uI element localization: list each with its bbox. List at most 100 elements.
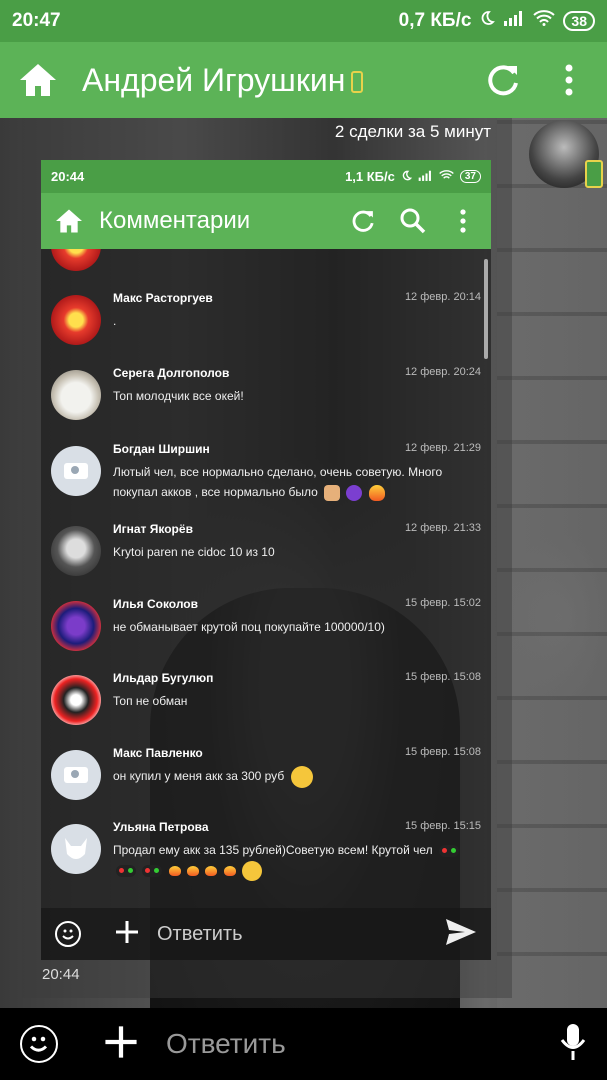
embedded-title: Комментарии <box>99 207 251 234</box>
refresh-icon <box>347 205 379 237</box>
comment-text: . <box>113 314 117 328</box>
comment-text: Продал ему акк за 135 рублей)Советую все… <box>113 840 475 881</box>
fire-emoji-icon <box>368 484 385 501</box>
status-bar: 20:47 0,7 КБ/с 38 <box>0 0 607 42</box>
bird-emoji-icon <box>223 865 236 876</box>
reply-input[interactable] <box>164 1027 559 1061</box>
avatar <box>51 750 101 800</box>
embedded-reply-placeholder: Ответить <box>157 922 243 945</box>
comment-item[interactable]: Богдан Ширшин 12 февр. 21:29 Лютый чел, … <box>41 434 491 514</box>
camera-icon <box>64 767 88 783</box>
traffic-light-emoji-icon <box>439 844 459 857</box>
background-wall <box>497 118 607 1080</box>
comment-author: Богдан Ширшин <box>113 442 210 456</box>
embedded-status-bar: 20:44 1,1 КБ/с 37 <box>41 160 491 193</box>
chat-title: Андрей Игрушкин <box>82 62 459 99</box>
message-caption: 2 сделки за 5 минут <box>334 122 491 141</box>
avatar <box>51 295 101 345</box>
phone-icon <box>351 71 364 94</box>
battery-icon: 38 <box>563 11 595 31</box>
comment-text: Лютый чел, все нормально сделано, очень … <box>113 462 475 502</box>
embedded-app-bar: Комментарии <box>41 193 491 249</box>
reply-input-bar <box>0 1008 607 1080</box>
avatar <box>51 601 101 651</box>
comment-text: Топ молодчик все окей! <box>113 389 244 403</box>
avatar <box>51 675 101 725</box>
comment-text-body: он купил у меня акк за 300 руб <box>113 769 285 784</box>
phone-icon <box>585 160 603 188</box>
comment-text: Топ не обман <box>113 694 188 708</box>
comment-date: 15 февр. 15:08 <box>404 671 481 683</box>
comment-author: Серега Долгополов <box>113 366 230 380</box>
more-vert-icon <box>447 205 479 237</box>
avatar <box>51 824 101 874</box>
signal-icon <box>503 10 525 32</box>
comments-list[interactable]: Макс Расторгуев 12 февр. 20:14 . Серега … <box>41 249 491 909</box>
app-bar: Андрей Игрушкин <box>0 42 607 118</box>
comment-date: 15 февр. 15:15 <box>404 820 481 832</box>
comment-item[interactable]: Илья Соколов 15 февр. 15:02 не обманывае… <box>41 589 491 663</box>
comment-item[interactable]: Макс Расторгуев 12 февр. 20:14 . <box>41 283 491 357</box>
signal-icon <box>418 169 433 184</box>
traffic-light-emoji-icon <box>142 864 163 877</box>
add-attachment-icon[interactable] <box>104 1025 138 1064</box>
moon-icon <box>479 10 496 32</box>
avatar <box>51 526 101 576</box>
dog-placeholder-icon <box>65 838 87 859</box>
sender-avatar[interactable] <box>529 120 603 188</box>
comment-item[interactable]: Игнат Якорёв 12 февр. 21:33 Krytoi paren… <box>41 514 491 588</box>
comment-author: Игнат Якорёв <box>113 522 193 536</box>
comment-date: 12 февр. 21:33 <box>404 522 481 534</box>
embedded-status-time: 20:44 <box>51 169 85 184</box>
status-time: 20:47 <box>12 10 61 31</box>
refresh-icon[interactable] <box>481 58 525 102</box>
avatar <box>51 446 101 496</box>
more-vert-icon[interactable] <box>547 58 591 102</box>
bird-emoji-icon <box>168 865 181 876</box>
bird-emoji-icon <box>205 865 218 876</box>
comment-item[interactable]: Серега Долгополов 12 февр. 20:24 Топ мол… <box>41 358 491 432</box>
comment-date: 12 февр. 20:24 <box>404 366 481 378</box>
comment-date: 12 февр. 21:29 <box>404 442 481 454</box>
network-speed: 0,7 КБ/с <box>398 10 472 31</box>
emoji-icon[interactable] <box>20 1025 58 1063</box>
comment-author: Макс Расторгуев <box>113 291 213 305</box>
comment-date: 15 февр. 15:08 <box>404 746 481 758</box>
comment-author: Илья Соколов <box>113 597 199 611</box>
comment-text: не обманывает крутой поц покупайте 10000… <box>113 620 385 634</box>
battery-icon: 37 <box>459 170 481 183</box>
embedded-network-speed: 1,1 КБ/с <box>345 169 395 184</box>
message-time: 20:44 <box>42 966 80 983</box>
grinning-emoji-icon <box>242 860 263 881</box>
flexed-biceps-emoji-icon <box>324 484 341 501</box>
microphone-icon[interactable] <box>559 1023 587 1066</box>
comment-item[interactable]: Макс Павленко 15 февр. 15:08 он купил у … <box>41 738 491 812</box>
wifi-icon <box>439 169 454 184</box>
avatar <box>51 249 101 271</box>
emoji-icon <box>55 921 81 947</box>
comment-text: Krytoi paren ne cidoc 10 из 10 <box>113 545 275 559</box>
add-icon <box>115 920 139 949</box>
comment-text: он купил у меня акк за 300 руб <box>113 766 475 788</box>
home-icon[interactable] <box>16 58 60 102</box>
embedded-input-bar: Ответить <box>41 908 491 960</box>
send-icon <box>445 918 477 951</box>
comment-author: Ульяна Петрова <box>113 820 209 834</box>
comment-date: 15 февр. 15:02 <box>404 597 481 609</box>
comment-item[interactable]: Ильдар Бугулюп 15 февр. 15:08 Топ не обм… <box>41 663 491 737</box>
comment-author: Ильдар Бугулюп <box>113 671 214 685</box>
bird-emoji-icon <box>187 865 200 876</box>
comment-text-body: Лютый чел, все нормально сделано, очень … <box>113 465 443 499</box>
traffic-light-emoji-icon <box>116 864 136 877</box>
camera-icon <box>64 463 88 479</box>
wifi-icon <box>533 10 556 32</box>
grinning-emoji-icon <box>290 766 313 788</box>
home-icon <box>53 205 85 237</box>
avatar <box>51 370 101 420</box>
search-icon <box>397 205 429 237</box>
comment-item[interactable]: Ульяна Петрова 15 февр. 15:15 Продал ему… <box>41 812 491 892</box>
chat-title-text: Андрей Игрушкин <box>82 61 346 98</box>
embedded-screenshot[interactable]: 20:44 1,1 КБ/с 37 Комментарии Макс Расто… <box>41 160 491 960</box>
moon-icon <box>401 169 412 184</box>
comment-text-body: Продал ему акк за 135 рублей)Советую все… <box>113 843 433 857</box>
